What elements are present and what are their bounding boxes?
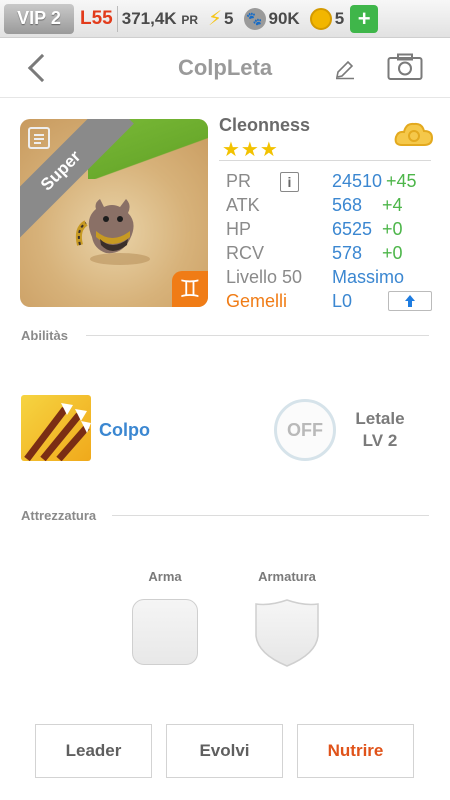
info-divider (219, 160, 431, 161)
pet-portrait-card[interactable]: Super ♊ (20, 119, 208, 307)
gemini-icon: ♊ (172, 271, 208, 307)
stat-value: 578 (332, 243, 363, 263)
pet-creature-image (75, 199, 150, 265)
camera-icon[interactable] (387, 53, 423, 81)
stat-label: ATK (226, 195, 260, 215)
paw-value: 90K (268, 8, 300, 28)
card-list-icon (28, 127, 50, 149)
status-bar: VIP 2 L55 371,4K PR ⚡ 5 🐾 90K 5 + (0, 0, 450, 38)
pet-name: Cleonness (219, 115, 311, 135)
pet-detail-screen: VIP 2 L55 371,4K PR ⚡ 5 🐾 90K 5 + ColpLe… (0, 0, 450, 800)
divider (116, 5, 118, 32)
cloud-element-icon (394, 122, 434, 146)
power-unit: PR (181, 12, 198, 27)
stat-value: 568 (332, 195, 363, 215)
stat-increment: +4 (382, 195, 403, 215)
coin-counter[interactable]: 5 (309, 7, 345, 30)
stat-label: RCV (226, 243, 265, 263)
feed-button[interactable]: Nutrire (297, 724, 414, 778)
energy-counter[interactable]: ⚡ 5 (208, 6, 234, 31)
stat-row-atk: ATK 568 +4 (226, 195, 436, 217)
page-title: ColpLeta (177, 55, 273, 80)
paw-counter[interactable]: 🐾 90K (243, 7, 300, 30)
stat-row-hp: HP 6525 +0 (226, 219, 436, 241)
stat-increment: +45 (386, 171, 417, 191)
abilities-section-label: Abilitàs (21, 328, 68, 343)
coin-icon (309, 7, 332, 30)
stat-increment: +0 (382, 219, 403, 239)
passive-name: Letale (355, 409, 405, 428)
weapon-label: Arma (148, 569, 182, 584)
back-chevron-icon[interactable] (24, 50, 54, 84)
passive-toggle-off[interactable]: OFF (274, 399, 336, 461)
upgrade-arrow-button[interactable] (388, 291, 432, 311)
vip-badge[interactable]: VIP 2 (4, 3, 74, 34)
stat-increment: +0 (382, 243, 403, 263)
stat-row-pr: PR i 24510 +45 (226, 171, 436, 193)
stat-row-level: Livello 50 Massimo (226, 267, 436, 289)
abilities-divider (86, 335, 429, 336)
armor-slot[interactable] (254, 598, 320, 668)
skill-name[interactable]: Colpo (99, 420, 150, 441)
passive-level: LV 2 (362, 431, 398, 450)
power-number: 371,4K (121, 8, 177, 28)
equipment-section-label: Attrezzatura (21, 508, 97, 523)
stat-value: 6525 (332, 219, 373, 239)
add-currency-button[interactable]: + (350, 4, 379, 33)
info-button[interactable]: i (280, 172, 299, 192)
stat-label: PR (226, 171, 252, 191)
page-header: ColpLeta (0, 38, 450, 98)
star-rating: ★★★ (222, 139, 279, 161)
lightning-icon: ⚡ (207, 8, 223, 30)
zodiac-level: L0 (332, 291, 353, 311)
pencil-icon[interactable] (334, 58, 356, 80)
leader-button[interactable]: Leader (35, 724, 152, 778)
paw-icon: 🐾 (243, 7, 266, 30)
armor-label: Armatura (258, 569, 316, 584)
player-level: L55 (80, 7, 113, 29)
stat-label: HP (226, 219, 252, 239)
stat-row-rcv: RCV 578 +0 (226, 243, 436, 265)
skill-icon[interactable] (21, 395, 91, 461)
energy-value: 5 (224, 8, 234, 28)
stat-row-zodiac: Gemelli L0 (226, 291, 436, 313)
stat-label: Livello 50 (226, 267, 303, 287)
power-value: 371,4K PR (122, 9, 198, 29)
equipment-divider (112, 515, 429, 516)
weapon-slot[interactable] (132, 599, 198, 665)
stat-value: 24510 (332, 171, 383, 191)
coin-value: 5 (334, 8, 345, 28)
stat-value: Massimo (332, 267, 405, 287)
evolve-button[interactable]: Evolvi (166, 724, 283, 778)
zodiac-label: Gemelli (226, 291, 288, 311)
